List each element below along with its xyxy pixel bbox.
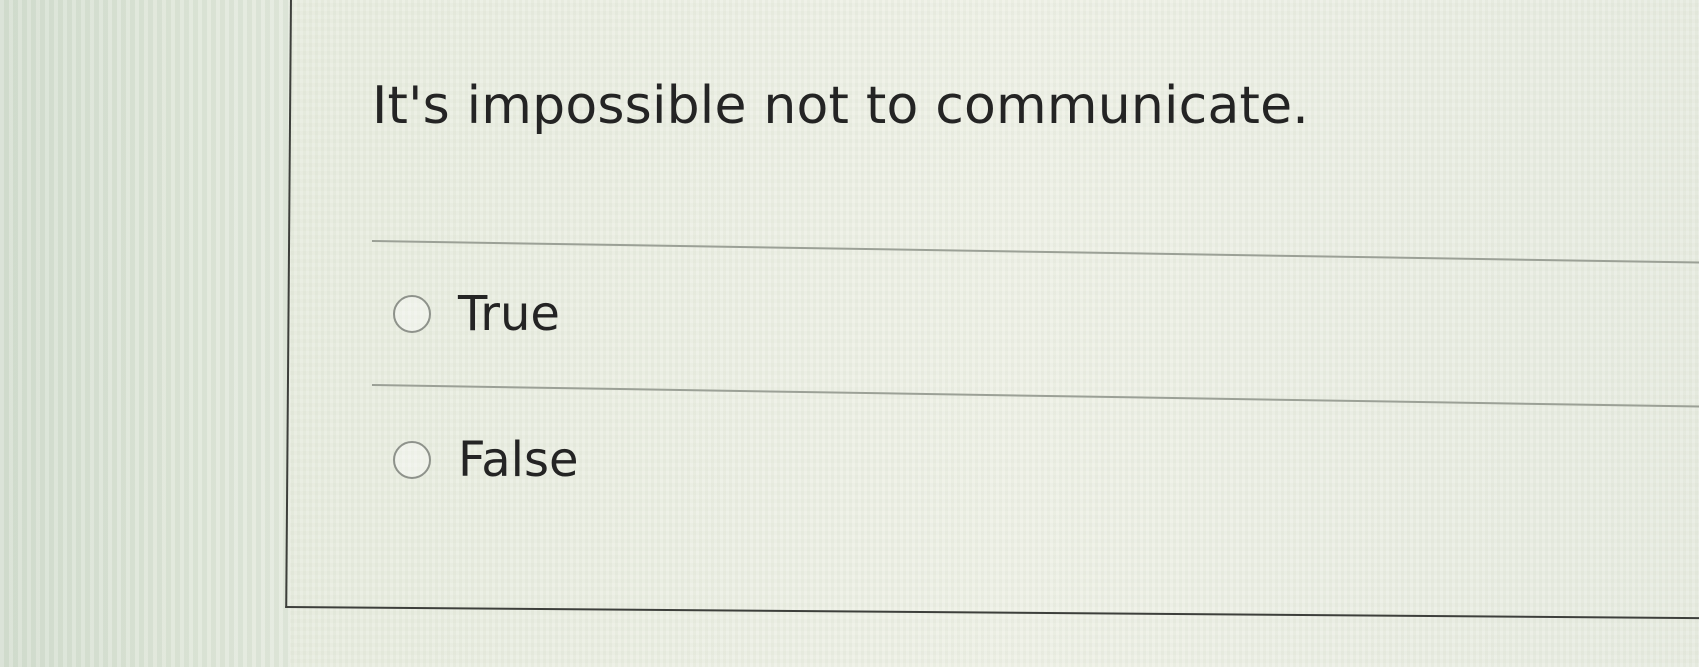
option-true-label[interactable]: True	[458, 286, 560, 342]
option-false-label[interactable]: False	[458, 432, 579, 488]
radio-button-false[interactable]	[393, 441, 431, 479]
option-false[interactable]: False	[393, 432, 579, 488]
option-true[interactable]: True	[393, 286, 560, 342]
page-margin	[0, 0, 290, 667]
radio-button-true[interactable]	[393, 295, 431, 333]
quiz-screen: It's impossible not to communicate. True…	[0, 0, 1699, 667]
question-text: It's impossible not to communicate.	[372, 76, 1310, 136]
